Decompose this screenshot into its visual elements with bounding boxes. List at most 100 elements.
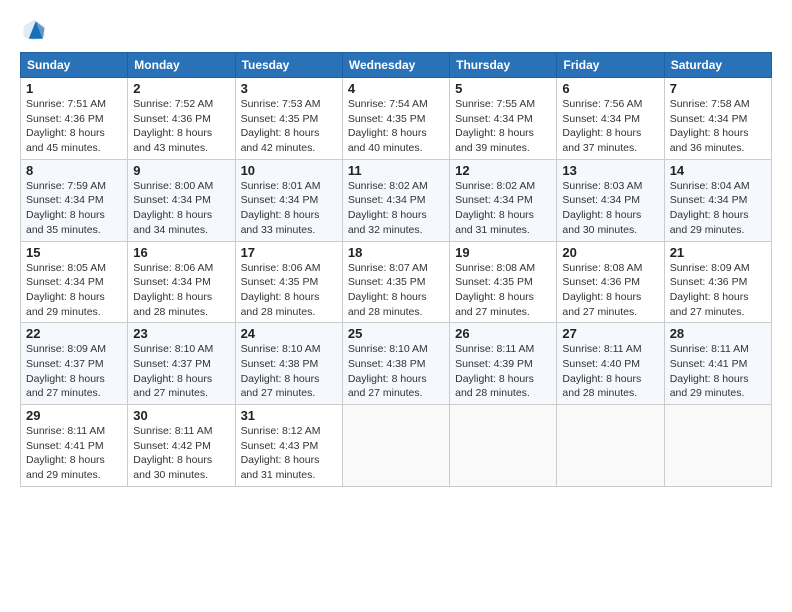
day-number: 7 bbox=[670, 81, 766, 96]
day-number: 25 bbox=[348, 326, 444, 341]
day-number: 12 bbox=[455, 163, 551, 178]
day-number: 30 bbox=[133, 408, 229, 423]
day-cell: 19Sunrise: 8:08 AM Sunset: 4:35 PM Dayli… bbox=[450, 241, 557, 323]
column-header-friday: Friday bbox=[557, 53, 664, 78]
day-cell: 13Sunrise: 8:03 AM Sunset: 4:34 PM Dayli… bbox=[557, 159, 664, 241]
day-number: 1 bbox=[26, 81, 122, 96]
day-number: 27 bbox=[562, 326, 658, 341]
day-info: Sunrise: 7:59 AM Sunset: 4:34 PM Dayligh… bbox=[26, 179, 122, 238]
day-info: Sunrise: 8:08 AM Sunset: 4:36 PM Dayligh… bbox=[562, 261, 658, 320]
day-cell: 9Sunrise: 8:00 AM Sunset: 4:34 PM Daylig… bbox=[128, 159, 235, 241]
day-info: Sunrise: 7:51 AM Sunset: 4:36 PM Dayligh… bbox=[26, 97, 122, 156]
week-row-2: 8Sunrise: 7:59 AM Sunset: 4:34 PM Daylig… bbox=[21, 159, 772, 241]
day-cell: 14Sunrise: 8:04 AM Sunset: 4:34 PM Dayli… bbox=[664, 159, 771, 241]
day-cell bbox=[557, 405, 664, 487]
day-cell: 29Sunrise: 8:11 AM Sunset: 4:41 PM Dayli… bbox=[21, 405, 128, 487]
day-info: Sunrise: 7:55 AM Sunset: 4:34 PM Dayligh… bbox=[455, 97, 551, 156]
day-number: 26 bbox=[455, 326, 551, 341]
day-number: 22 bbox=[26, 326, 122, 341]
day-info: Sunrise: 8:12 AM Sunset: 4:43 PM Dayligh… bbox=[241, 424, 337, 483]
calendar-table: SundayMondayTuesdayWednesdayThursdayFrid… bbox=[20, 52, 772, 487]
day-info: Sunrise: 7:58 AM Sunset: 4:34 PM Dayligh… bbox=[670, 97, 766, 156]
day-cell: 6Sunrise: 7:56 AM Sunset: 4:34 PM Daylig… bbox=[557, 78, 664, 160]
day-number: 3 bbox=[241, 81, 337, 96]
day-info: Sunrise: 8:11 AM Sunset: 4:41 PM Dayligh… bbox=[26, 424, 122, 483]
day-number: 23 bbox=[133, 326, 229, 341]
day-number: 11 bbox=[348, 163, 444, 178]
day-cell: 31Sunrise: 8:12 AM Sunset: 4:43 PM Dayli… bbox=[235, 405, 342, 487]
day-number: 21 bbox=[670, 245, 766, 260]
day-cell: 23Sunrise: 8:10 AM Sunset: 4:37 PM Dayli… bbox=[128, 323, 235, 405]
day-number: 29 bbox=[26, 408, 122, 423]
day-number: 10 bbox=[241, 163, 337, 178]
day-number: 5 bbox=[455, 81, 551, 96]
week-row-5: 29Sunrise: 8:11 AM Sunset: 4:41 PM Dayli… bbox=[21, 405, 772, 487]
day-info: Sunrise: 8:03 AM Sunset: 4:34 PM Dayligh… bbox=[562, 179, 658, 238]
day-cell: 30Sunrise: 8:11 AM Sunset: 4:42 PM Dayli… bbox=[128, 405, 235, 487]
day-cell: 10Sunrise: 8:01 AM Sunset: 4:34 PM Dayli… bbox=[235, 159, 342, 241]
day-cell: 5Sunrise: 7:55 AM Sunset: 4:34 PM Daylig… bbox=[450, 78, 557, 160]
day-info: Sunrise: 8:11 AM Sunset: 4:41 PM Dayligh… bbox=[670, 342, 766, 401]
day-number: 6 bbox=[562, 81, 658, 96]
day-cell bbox=[342, 405, 449, 487]
day-info: Sunrise: 8:09 AM Sunset: 4:36 PM Dayligh… bbox=[670, 261, 766, 320]
day-number: 19 bbox=[455, 245, 551, 260]
day-info: Sunrise: 8:07 AM Sunset: 4:35 PM Dayligh… bbox=[348, 261, 444, 320]
day-cell: 12Sunrise: 8:02 AM Sunset: 4:34 PM Dayli… bbox=[450, 159, 557, 241]
day-info: Sunrise: 7:56 AM Sunset: 4:34 PM Dayligh… bbox=[562, 97, 658, 156]
day-cell bbox=[664, 405, 771, 487]
day-info: Sunrise: 8:11 AM Sunset: 4:42 PM Dayligh… bbox=[133, 424, 229, 483]
day-info: Sunrise: 8:10 AM Sunset: 4:38 PM Dayligh… bbox=[241, 342, 337, 401]
day-number: 20 bbox=[562, 245, 658, 260]
day-number: 2 bbox=[133, 81, 229, 96]
day-info: Sunrise: 8:10 AM Sunset: 4:37 PM Dayligh… bbox=[133, 342, 229, 401]
day-cell: 7Sunrise: 7:58 AM Sunset: 4:34 PM Daylig… bbox=[664, 78, 771, 160]
day-info: Sunrise: 7:54 AM Sunset: 4:35 PM Dayligh… bbox=[348, 97, 444, 156]
day-cell: 3Sunrise: 7:53 AM Sunset: 4:35 PM Daylig… bbox=[235, 78, 342, 160]
day-number: 28 bbox=[670, 326, 766, 341]
day-cell: 15Sunrise: 8:05 AM Sunset: 4:34 PM Dayli… bbox=[21, 241, 128, 323]
day-cell: 24Sunrise: 8:10 AM Sunset: 4:38 PM Dayli… bbox=[235, 323, 342, 405]
calendar-page: SundayMondayTuesdayWednesdayThursdayFrid… bbox=[0, 0, 792, 497]
day-info: Sunrise: 8:11 AM Sunset: 4:40 PM Dayligh… bbox=[562, 342, 658, 401]
day-number: 8 bbox=[26, 163, 122, 178]
day-number: 17 bbox=[241, 245, 337, 260]
week-row-4: 22Sunrise: 8:09 AM Sunset: 4:37 PM Dayli… bbox=[21, 323, 772, 405]
day-cell: 1Sunrise: 7:51 AM Sunset: 4:36 PM Daylig… bbox=[21, 78, 128, 160]
column-header-sunday: Sunday bbox=[21, 53, 128, 78]
day-cell bbox=[450, 405, 557, 487]
day-cell: 8Sunrise: 7:59 AM Sunset: 4:34 PM Daylig… bbox=[21, 159, 128, 241]
day-number: 9 bbox=[133, 163, 229, 178]
day-cell: 25Sunrise: 8:10 AM Sunset: 4:38 PM Dayli… bbox=[342, 323, 449, 405]
day-cell: 2Sunrise: 7:52 AM Sunset: 4:36 PM Daylig… bbox=[128, 78, 235, 160]
day-number: 4 bbox=[348, 81, 444, 96]
column-header-tuesday: Tuesday bbox=[235, 53, 342, 78]
day-cell: 20Sunrise: 8:08 AM Sunset: 4:36 PM Dayli… bbox=[557, 241, 664, 323]
day-cell: 26Sunrise: 8:11 AM Sunset: 4:39 PM Dayli… bbox=[450, 323, 557, 405]
day-cell: 18Sunrise: 8:07 AM Sunset: 4:35 PM Dayli… bbox=[342, 241, 449, 323]
day-info: Sunrise: 8:02 AM Sunset: 4:34 PM Dayligh… bbox=[455, 179, 551, 238]
week-row-1: 1Sunrise: 7:51 AM Sunset: 4:36 PM Daylig… bbox=[21, 78, 772, 160]
day-cell: 21Sunrise: 8:09 AM Sunset: 4:36 PM Dayli… bbox=[664, 241, 771, 323]
day-cell: 28Sunrise: 8:11 AM Sunset: 4:41 PM Dayli… bbox=[664, 323, 771, 405]
day-cell: 27Sunrise: 8:11 AM Sunset: 4:40 PM Dayli… bbox=[557, 323, 664, 405]
logo-icon bbox=[20, 16, 48, 44]
day-info: Sunrise: 8:06 AM Sunset: 4:34 PM Dayligh… bbox=[133, 261, 229, 320]
day-number: 31 bbox=[241, 408, 337, 423]
day-info: Sunrise: 7:52 AM Sunset: 4:36 PM Dayligh… bbox=[133, 97, 229, 156]
day-cell: 11Sunrise: 8:02 AM Sunset: 4:34 PM Dayli… bbox=[342, 159, 449, 241]
day-number: 13 bbox=[562, 163, 658, 178]
day-info: Sunrise: 8:08 AM Sunset: 4:35 PM Dayligh… bbox=[455, 261, 551, 320]
header bbox=[20, 16, 772, 44]
day-info: Sunrise: 8:09 AM Sunset: 4:37 PM Dayligh… bbox=[26, 342, 122, 401]
day-info: Sunrise: 8:01 AM Sunset: 4:34 PM Dayligh… bbox=[241, 179, 337, 238]
day-info: Sunrise: 7:53 AM Sunset: 4:35 PM Dayligh… bbox=[241, 97, 337, 156]
day-cell: 16Sunrise: 8:06 AM Sunset: 4:34 PM Dayli… bbox=[128, 241, 235, 323]
day-cell: 4Sunrise: 7:54 AM Sunset: 4:35 PM Daylig… bbox=[342, 78, 449, 160]
day-info: Sunrise: 8:04 AM Sunset: 4:34 PM Dayligh… bbox=[670, 179, 766, 238]
day-info: Sunrise: 8:06 AM Sunset: 4:35 PM Dayligh… bbox=[241, 261, 337, 320]
day-cell: 22Sunrise: 8:09 AM Sunset: 4:37 PM Dayli… bbox=[21, 323, 128, 405]
day-number: 15 bbox=[26, 245, 122, 260]
header-row: SundayMondayTuesdayWednesdayThursdayFrid… bbox=[21, 53, 772, 78]
day-number: 18 bbox=[348, 245, 444, 260]
